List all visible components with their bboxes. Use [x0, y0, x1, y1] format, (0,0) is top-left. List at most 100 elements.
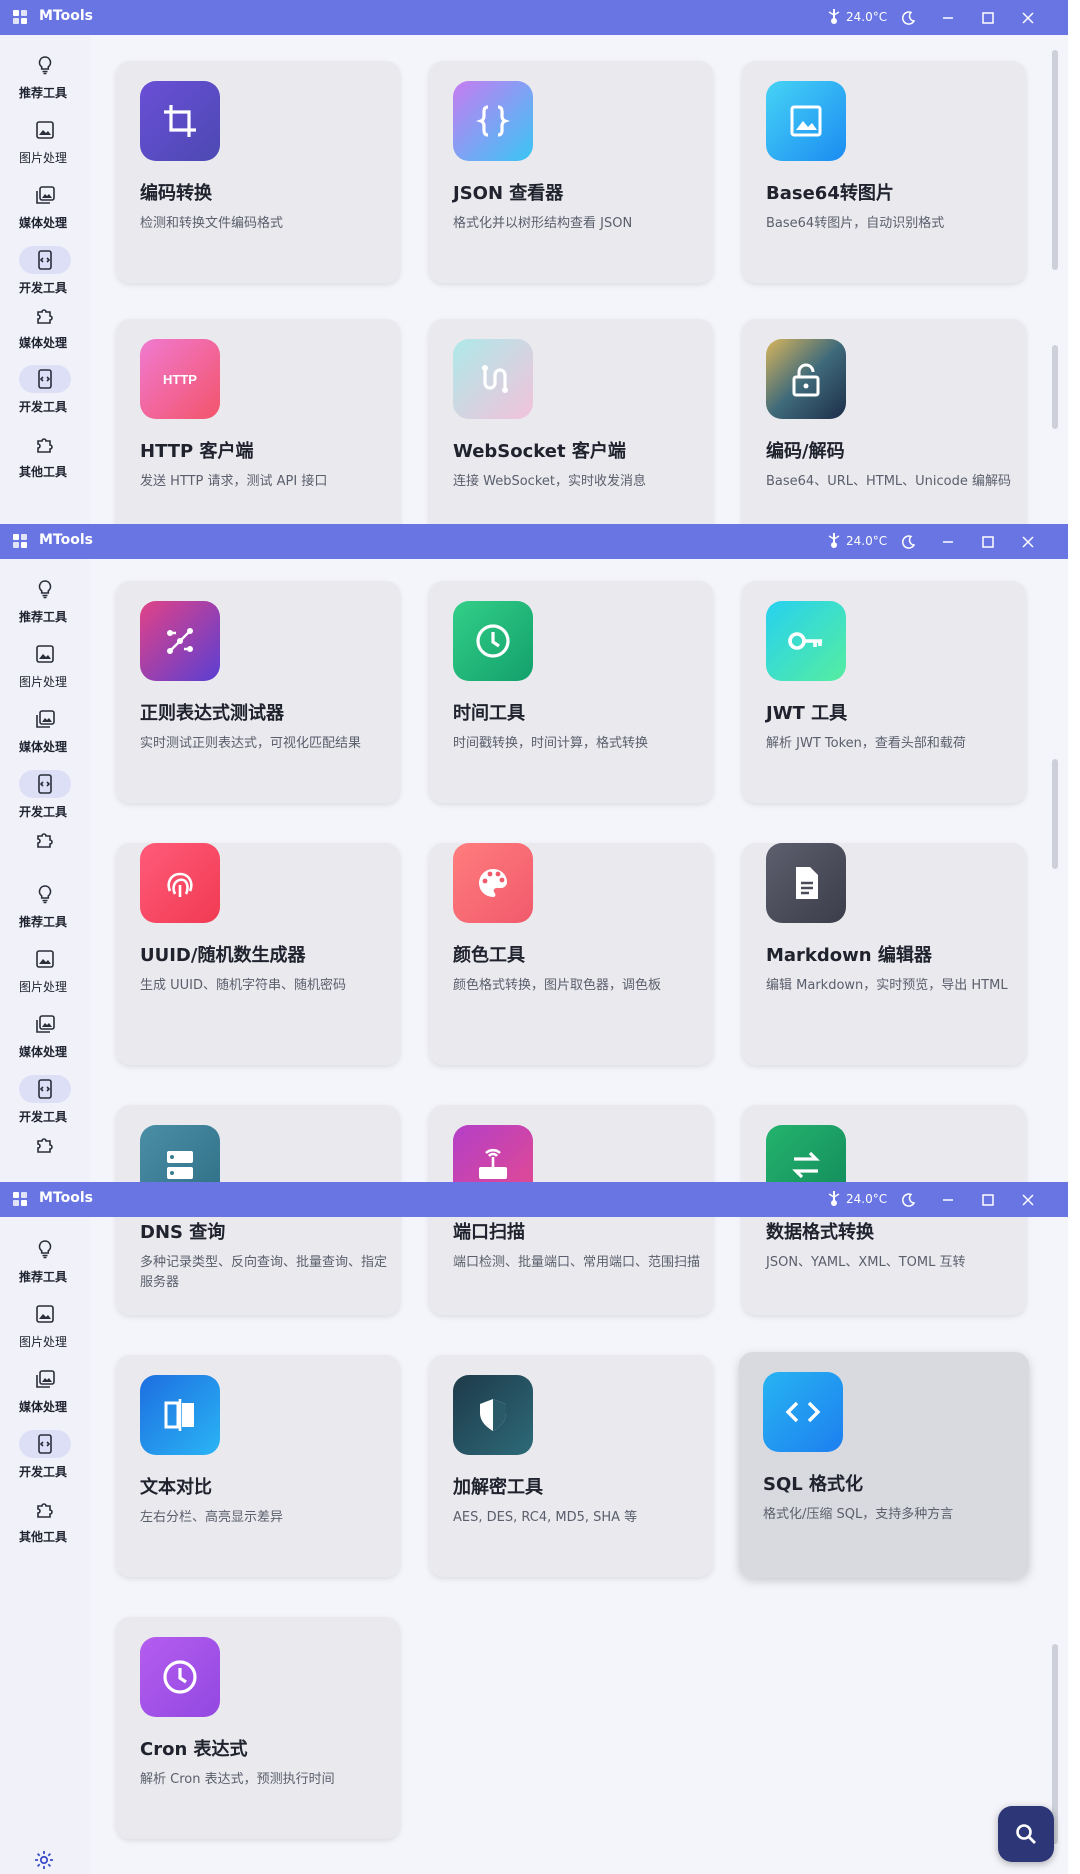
tool-card-json[interactable]: JSON 查看器 格式化并以树形结构查看 JSON [429, 61, 713, 283]
tool-card-crypto[interactable]: 加解密工具 AES, DES, RC4, MD5, SHA 等 [429, 1355, 713, 1577]
tool-card-port[interactable] [429, 1105, 713, 1182]
minimize-button[interactable] [930, 1182, 966, 1217]
gear-icon[interactable] [33, 1849, 55, 1871]
tool-title: JSON 查看器 [453, 183, 564, 204]
sidebar: 推荐工具 图片处理 媒体处理 开发工具 其他工具 [0, 1217, 90, 1874]
tool-card-time[interactable]: 时间工具 时间戳转换，时间计算，格式转换 [429, 581, 713, 803]
tool-card-cron[interactable]: Cron 表达式 解析 Cron 表达式，预测执行时间 [116, 1617, 400, 1839]
nav-item-media[interactable]: 媒体处理 [0, 699, 86, 759]
nav-item-recommend-2[interactable]: 推荐工具 [0, 874, 86, 934]
tool-card-markdown[interactable]: Markdown 编辑器 编辑 Markdown，实时预览，导出 HTML [742, 843, 1026, 1065]
tool-card-uuid[interactable]: UUID/随机数生成器 生成 UUID、随机字符串、随机密码 [116, 843, 400, 1065]
tool-card-text-diff[interactable]: 文本对比 左右分栏、高亮显示差异 [116, 1355, 400, 1577]
tool-card-codec[interactable]: 编码/解码 Base64、URL、HTML、Unicode 编解码 [742, 319, 1026, 525]
tool-card-websocket[interactable]: WebSocket 客户端 连接 WebSocket，实时收发消息 [429, 319, 713, 525]
tool-card-data-format[interactable] [742, 1105, 1026, 1182]
code-device-icon [38, 369, 52, 389]
scrollbar[interactable] [1052, 345, 1058, 429]
nav-item-image[interactable]: 图片处理 [0, 634, 86, 694]
tool-title: 编码/解码 [766, 441, 845, 462]
app-window-3: MTools 24.0°C 推荐工具 图片处理 媒体处理 开发工具 其他工具 D… [0, 1182, 1068, 1874]
photo-library-icon [36, 186, 55, 204]
puzzle-icon [37, 438, 53, 453]
lightbulb-icon [38, 1240, 52, 1259]
maximize-icon [982, 535, 994, 548]
nav-item-other[interactable]: 其他工具 [0, 424, 86, 484]
tool-desc: Base64、URL、HTML、Unicode 编解码 [766, 474, 1012, 489]
thermometer-icon [828, 1191, 840, 1206]
regex-icon [167, 628, 193, 654]
sidebar: 推荐工具 图片处理 媒体处理 开发工具 推荐工具 图片处理 媒体处理 开发工具 [0, 559, 90, 1182]
tool-grid: DNS 查询 多种记录类型、反向查询、批量查询、指定服务器 端口扫描 端口检测、… [96, 1182, 1068, 1874]
tool-desc: 生成 UUID、随机字符串、随机密码 [140, 978, 347, 993]
tool-card-color[interactable]: 颜色工具 颜色格式转换，图片取色器，调色板 [429, 843, 713, 1065]
tool-card-base64-image[interactable]: Base64转图片 Base64转图片，自动识别格式 [742, 61, 1026, 283]
maximize-button[interactable] [970, 1182, 1006, 1217]
tool-title: 加解密工具 [453, 1477, 543, 1498]
minimize-button[interactable] [930, 0, 966, 35]
nav-item-other-2[interactable] [0, 1124, 86, 1164]
scrollbar[interactable] [1052, 50, 1058, 270]
nav-item-dev-2[interactable]: 开发工具 [0, 1069, 86, 1129]
nav-item-other[interactable]: 其他工具 [0, 1489, 86, 1549]
nav-item-media[interactable]: 媒体处理 [0, 1359, 86, 1419]
code-icon [785, 1401, 821, 1423]
tool-title: WebSocket 客户端 [453, 441, 626, 462]
nav-item-image[interactable]: 图片处理 [0, 110, 86, 170]
theme-toggle-button[interactable] [890, 524, 926, 559]
nav-label: 开发工具 [18, 1110, 67, 1124]
close-button[interactable] [1010, 1182, 1046, 1217]
nav-item-recommend[interactable]: 推荐工具 [0, 45, 86, 105]
search-button[interactable] [998, 1806, 1054, 1862]
tool-desc: 实时测试正则表达式，可视化匹配结果 [140, 736, 362, 751]
server-icon [167, 1151, 193, 1179]
title-bar: MTools 24.0°C [0, 524, 1068, 559]
nav-item-media-2[interactable]: 媒体处理 [0, 295, 86, 355]
swap-icon [792, 1151, 820, 1179]
nav-item-dev[interactable]: 开发工具 [0, 764, 86, 824]
minimize-button[interactable] [930, 524, 966, 559]
nav-item-recommend[interactable]: 推荐工具 [0, 569, 86, 629]
tool-card-http[interactable]: HTTP HTTP 客户端 发送 HTTP 请求，测试 API 接口 [116, 319, 400, 525]
code-device-icon [38, 250, 52, 270]
close-button[interactable] [1010, 524, 1046, 559]
tool-card-regex[interactable]: 正则表达式测试器 实时测试正则表达式，可视化匹配结果 [116, 581, 400, 803]
nav-label: 推荐工具 [18, 1270, 67, 1284]
app-logo-icon [13, 534, 27, 548]
tool-grid: 正则表达式测试器 实时测试正则表达式，可视化匹配结果 时间工具 时间戳转换，时间… [96, 559, 1068, 1182]
nav-item-media-2[interactable]: 媒体处理 [0, 1004, 86, 1064]
nav-label: 推荐工具 [18, 610, 67, 624]
nav-item-image-2[interactable]: 图片处理 [0, 939, 86, 999]
tool-card-encoding[interactable]: 编码转换 检测和转换文件编码格式 [116, 61, 400, 283]
tool-title: JWT 工具 [766, 703, 848, 724]
document-icon [796, 867, 818, 899]
nav-label: 开发工具 [18, 1465, 67, 1479]
crop-icon [164, 105, 196, 137]
puzzle-icon [37, 1138, 53, 1153]
unlock-icon [792, 363, 820, 397]
close-button[interactable] [1010, 0, 1046, 35]
nav-item-media[interactable]: 媒体处理 [0, 175, 86, 235]
nav-item-dev-2[interactable]: 开发工具 [0, 359, 86, 419]
tool-card-sql[interactable]: SQL 格式化 格式化/压缩 SQL，支持多种方言 [739, 1352, 1029, 1578]
nav-label: 媒体处理 [18, 1400, 67, 1414]
tool-desc: AES, DES, RC4, MD5, SHA 等 [453, 1510, 638, 1525]
tool-card-jwt[interactable]: JWT 工具 解析 JWT Token，查看头部和载荷 [742, 581, 1026, 803]
tool-card-dns[interactable] [116, 1105, 400, 1182]
photo-library-icon [36, 1015, 55, 1033]
theme-toggle-button[interactable] [890, 0, 926, 35]
nav-item-other[interactable] [0, 819, 86, 859]
thermometer-icon [828, 533, 840, 548]
nav-item-dev[interactable]: 开发工具 [0, 1424, 86, 1484]
nav-label: 推荐工具 [18, 915, 67, 929]
tool-title: Base64转图片 [766, 183, 894, 204]
tool-desc: 连接 WebSocket，实时收发消息 [453, 474, 646, 489]
maximize-button[interactable] [970, 524, 1006, 559]
nav-item-dev[interactable]: 开发工具 [0, 240, 86, 300]
nav-item-recommend[interactable]: 推荐工具 [0, 1229, 86, 1289]
scrollbar[interactable] [1052, 759, 1058, 869]
clock-icon [476, 624, 510, 658]
nav-item-image[interactable]: 图片处理 [0, 1294, 86, 1354]
theme-toggle-button[interactable] [890, 1182, 926, 1217]
maximize-button[interactable] [970, 0, 1006, 35]
